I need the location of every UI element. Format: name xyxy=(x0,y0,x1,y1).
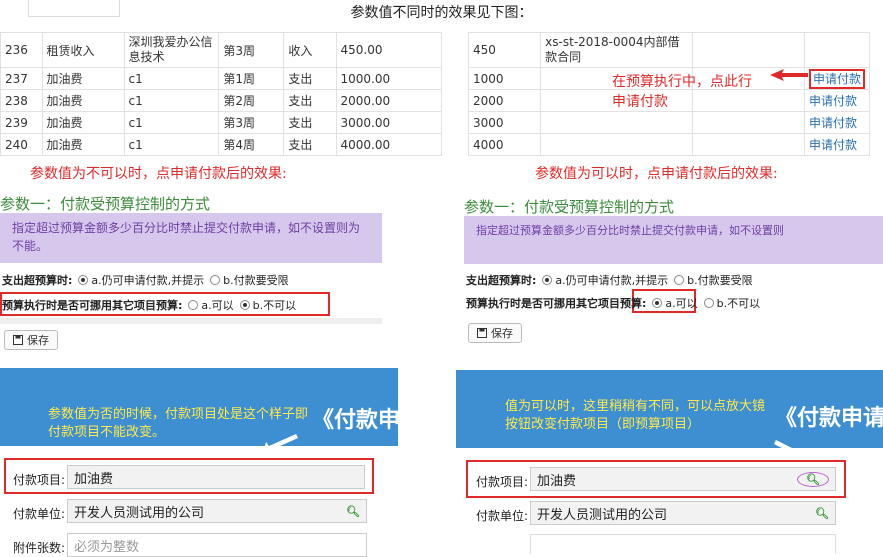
save-button[interactable]: 保存 xyxy=(468,323,522,343)
reallocate-row-right: 预算执行时是否可挪用其它项目预算: a.可以 b.不可以 xyxy=(466,297,761,310)
overbudget-row-right: 支出超预算时: a.仍可申请付款,并提示 b.付款要受限 xyxy=(466,274,753,287)
apply-payment-link[interactable]: 申请付款 xyxy=(808,69,865,89)
unit-field[interactable]: 开发人员测试用的公司 🔍︎ xyxy=(67,499,367,523)
table-row[interactable]: 450 xs-st-2018-0004内部借款合同 xyxy=(467,32,871,68)
radio-disallow[interactable] xyxy=(703,298,714,308)
apply-payment-link[interactable]: 申请付款 xyxy=(809,138,857,152)
table-row[interactable]: 237 加油费 c1 第1周 支出 1000.00 xyxy=(0,67,442,90)
attachment-count-input[interactable]: 必须为整数 xyxy=(67,533,367,557)
left-caption: 参数值为不可以时，点申请付款后的效果: xyxy=(30,166,287,182)
arrow-right-icon xyxy=(770,69,808,81)
next-field-stub xyxy=(530,534,836,554)
radio-restricted[interactable] xyxy=(210,275,221,285)
form-title-right: 《付款申请 xyxy=(775,406,883,431)
apply-note: 在预算执行中，点此行申请付款 xyxy=(612,74,752,110)
apply-payment-link[interactable]: 申请付款 xyxy=(809,94,857,108)
info-box-right: 指定超过预算金额多少百分比时禁止提交付款申请，如不设置则 xyxy=(464,216,883,264)
overbudget-row-left: 支出超预算时: a.仍可申请付款,并提示 b.付款要受限 xyxy=(2,274,289,287)
table-row[interactable]: 239 加油费 c1 第3周 支出 3000.00 xyxy=(0,111,442,134)
radio-allow-with-prompt[interactable] xyxy=(78,275,89,285)
save-button[interactable]: 保存 xyxy=(4,330,58,350)
radio-disallow[interactable] xyxy=(239,300,250,310)
arrow-down-left-icon xyxy=(262,434,298,456)
radio-restricted[interactable] xyxy=(674,275,685,285)
project-label: 付款项目: xyxy=(476,475,529,489)
table-row[interactable]: 3000 申请付款 xyxy=(467,111,871,134)
unit-label: 付款单位: xyxy=(476,509,529,523)
search-icon[interactable]: 🔍︎ xyxy=(346,505,360,518)
radio-allow-with-prompt[interactable] xyxy=(542,275,553,285)
table-row[interactable]: 236 租赁收入 深圳我爱办公信息技术 第3周 收入 450.00 xyxy=(0,32,442,68)
info-box-left: 指定超过预算金额多少百分比时禁止提交付款申请，如不设置则为不能。 xyxy=(0,213,382,263)
table-row[interactable]: 4000 申请付款 xyxy=(467,133,871,156)
settings-title-left: 参数一：付款受预算控制的方式 xyxy=(0,195,211,213)
page-title: 参数值不同时的效果见下图： xyxy=(350,5,533,21)
divider xyxy=(0,318,382,324)
table-row[interactable]: 240 加油费 c1 第4周 支出 4000.00 xyxy=(0,133,442,156)
project-label: 付款项目: xyxy=(13,473,66,487)
radio-allow[interactable] xyxy=(652,298,663,308)
settings-title-right: 参数一：付款受预算控制的方式 xyxy=(464,198,675,216)
unit-field[interactable]: 开发人员测试用的公司 🔍︎ xyxy=(530,501,836,525)
radio-allow[interactable] xyxy=(188,300,199,310)
apply-payment-link[interactable]: 申请付款 xyxy=(809,116,857,130)
table-row[interactable]: 238 加油费 c1 第2周 支出 2000.00 xyxy=(0,89,442,112)
right-caption: 参数值为可以时，点申请付款后的效果: xyxy=(535,166,778,182)
project-field: 加油费 xyxy=(67,465,365,489)
project-field[interactable]: 加油费 🔍︎ xyxy=(530,467,836,491)
floppy-icon xyxy=(477,328,487,338)
search-icon[interactable]: 🔍︎ xyxy=(815,507,829,520)
budget-table-left: 236 租赁收入 深圳我爱办公信息技术 第3周 收入 450.00 237 加油… xyxy=(0,32,442,156)
search-icon[interactable]: 🔍︎ xyxy=(797,471,829,487)
floppy-icon xyxy=(13,335,23,345)
right-blue-note: 值为可以时，这里稍稍有不同，可以点放大镜按钮改变付款项目（即预算项目） xyxy=(505,399,766,432)
reallocate-row-left: 预算执行时是否可挪用其它项目预算: a.可以 b.不可以 xyxy=(2,299,297,312)
unit-label: 付款单位: xyxy=(13,507,66,521)
attach-label: 附件张数: xyxy=(13,541,66,555)
form-title-left: 《付款申请 xyxy=(312,408,398,433)
